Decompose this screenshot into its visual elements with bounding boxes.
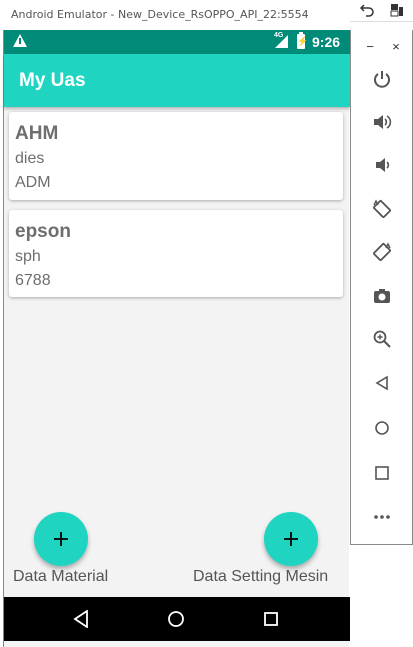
- card-line-2: ADM: [15, 174, 51, 191]
- card-line-1: sph: [15, 248, 41, 265]
- device-screen: 4G 9:26 My Uas AHM dies ADM epson sph 67…: [3, 30, 350, 647]
- back-icon[interactable]: [69, 607, 93, 631]
- card-line-1: dies: [15, 150, 45, 167]
- home-icon[interactable]: [370, 416, 394, 440]
- close-button[interactable]: ×: [381, 36, 411, 56]
- emulator-title-bar: Android Emulator - New_Device_RsOPPO_API…: [0, 0, 350, 30]
- data-material-label: Data Material: [13, 568, 109, 585]
- card-title: AHM: [15, 123, 59, 144]
- status-bar: 4G 9:26: [4, 30, 350, 54]
- rotate-right-icon[interactable]: [370, 240, 394, 264]
- emulator-title: Android Emulator - New_Device_RsOPPO_API…: [11, 8, 309, 21]
- navigation-bar: [4, 597, 350, 641]
- overview-icon[interactable]: [370, 461, 394, 485]
- data-setting-mesin-label: Data Setting Mesin: [193, 568, 329, 585]
- app-title: My Uas: [19, 70, 86, 91]
- power-icon[interactable]: [370, 67, 394, 91]
- status-time: 9:26: [312, 34, 341, 50]
- app-bar: My Uas: [4, 54, 350, 107]
- home-icon[interactable]: [164, 607, 188, 631]
- volume-up-icon[interactable]: [370, 110, 394, 134]
- background: [350, 545, 413, 647]
- emulator-side-toolbar: − ×: [350, 30, 413, 545]
- network-type: 4G: [274, 32, 284, 39]
- card-title: epson: [15, 221, 71, 242]
- rotate-left-icon[interactable]: [370, 197, 394, 221]
- camera-icon[interactable]: [370, 284, 394, 308]
- plus-icon: [284, 532, 298, 546]
- volume-down-icon[interactable]: [370, 153, 394, 177]
- plus-icon: [54, 532, 68, 546]
- list-item[interactable]: epson sph 6788: [9, 210, 343, 297]
- zoom-icon[interactable]: [370, 327, 394, 351]
- back-icon[interactable]: [370, 371, 394, 395]
- add-material-button[interactable]: [34, 512, 88, 566]
- battery-charging-icon: [297, 32, 308, 49]
- more-icon[interactable]: [370, 505, 394, 529]
- card-line-2: 6788: [15, 272, 51, 289]
- list-item[interactable]: AHM dies ADM: [9, 112, 343, 200]
- undo-icon[interactable]: [352, 0, 382, 20]
- window-layout-icon[interactable]: [382, 0, 412, 20]
- recents-icon[interactable]: [259, 607, 283, 631]
- emulator-top-toolbar: [350, 0, 413, 22]
- add-setting-mesin-button[interactable]: [264, 512, 318, 566]
